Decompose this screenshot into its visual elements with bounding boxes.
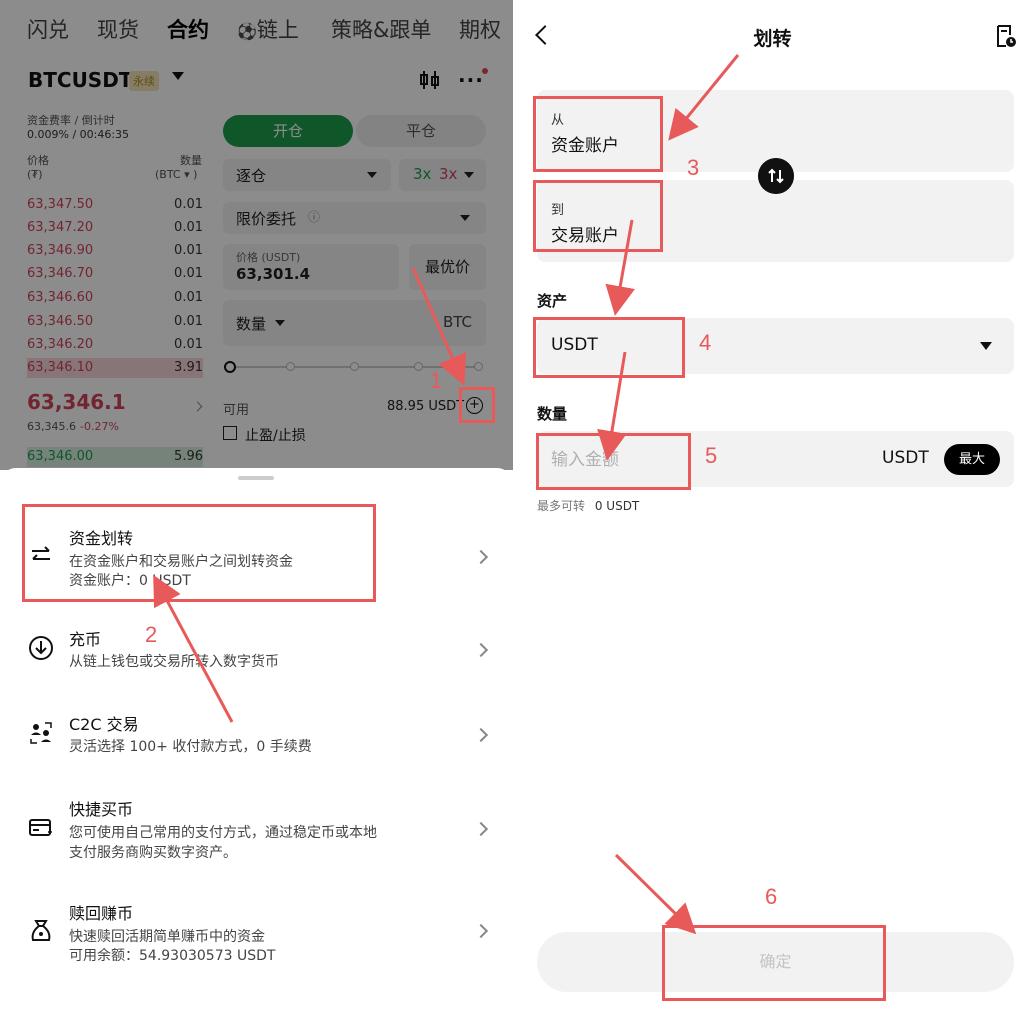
sheet-drag-handle[interactable] <box>238 476 274 480</box>
item-subtitle: 可用余额：54.93030573 USDT <box>69 948 276 964</box>
max-hint-value: 0 USDT <box>594 499 640 513</box>
item-subtitle: 支付服务商购买数字资产。 <box>69 845 237 861</box>
to-account: 交易账户 <box>551 226 619 246</box>
confirm-button[interactable]: 确定 <box>537 932 1014 992</box>
modal-overlay[interactable] <box>0 0 513 470</box>
sheet-item-deposit[interactable]: 充币 从链上钱包或交易所转入数字货币 <box>0 623 513 683</box>
item-title: 充币 <box>69 630 102 649</box>
amount-label: 数量 <box>537 405 568 423</box>
page-title: 划转 <box>753 28 792 50</box>
c2c-users-icon <box>30 722 52 744</box>
credit-card-icon <box>29 819 52 836</box>
item-title: C2C 交易 <box>69 715 139 734</box>
transfer-history-icon[interactable] <box>995 24 1017 48</box>
sheet-item-redeem[interactable]: 赎回赚币 快速赎回活期简单赚币中的资金 可用余额：54.93030573 USD… <box>0 896 513 976</box>
item-subtitle: 灵活选择 100+ 收付款方式，0 手续费 <box>69 739 312 755</box>
sheet-item-c2c[interactable]: C2C 交易 灵活选择 100+ 收付款方式，0 手续费 <box>0 708 513 768</box>
item-subtitle: 从链上钱包或交易所转入数字货币 <box>69 654 279 670</box>
sheet-item-transfer[interactable]: 资金划转 在资金账户和交易账户之间划转资金 资金账户：0 USDT <box>0 520 513 600</box>
screenshot-root: 闪兑 现货 合约 ⚽链上 策略&跟单 期权 BTCUSDT 永续 ··· 资金费… <box>0 0 1032 1021</box>
money-bag-icon <box>31 920 51 941</box>
chevron-down-icon[interactable] <box>980 342 992 350</box>
chevron-right-icon <box>473 642 489 658</box>
chevron-right-icon <box>473 821 489 837</box>
asset-value: USDT <box>551 335 598 355</box>
from-label: 从 <box>551 113 565 128</box>
max-button[interactable]: 最大 <box>944 444 1000 475</box>
item-subtitle: 快速赎回活期简单赚币中的资金 <box>69 929 265 945</box>
asset-label: 资产 <box>537 292 568 310</box>
chevron-right-icon <box>473 727 489 743</box>
transfer-arrows-icon <box>32 546 50 560</box>
to-label: 到 <box>551 203 565 218</box>
item-title: 快捷买币 <box>69 800 134 819</box>
from-account: 资金账户 <box>551 136 619 156</box>
max-hint-label: 最多可转 <box>537 499 586 513</box>
item-subtitle: 您可使用自己常用的支付方式，通过稳定币或本地 <box>69 825 377 841</box>
asset-select[interactable]: USDT <box>537 318 1014 374</box>
amount-unit: USDT <box>882 448 929 468</box>
trading-panel: 闪兑 现货 合约 ⚽链上 策略&跟单 期权 BTCUSDT 永续 ··· 资金费… <box>0 0 513 1021</box>
item-subtitle: 在资金账户和交易账户之间划转资金 <box>69 554 293 570</box>
deposit-icon <box>29 636 53 660</box>
item-subtitle: 资金账户：0 USDT <box>69 573 191 589</box>
amount-input[interactable] <box>551 445 751 475</box>
chevron-right-icon <box>473 923 489 939</box>
sheet-item-quick-buy[interactable]: 快捷买币 您可使用自己常用的支付方式，通过稳定币或本地 支付服务商购买数字资产。 <box>0 793 513 873</box>
item-title: 资金划转 <box>69 529 134 548</box>
item-title: 赎回赚币 <box>69 904 134 923</box>
swap-accounts-icon[interactable] <box>758 158 794 194</box>
transfer-page: 划转 从 资金账户 到 交易账户 资产 USDT 数量 USDT <box>513 0 1032 1021</box>
funds-action-sheet: 资金划转 在资金账户和交易账户之间划转资金 资金账户：0 USDT 充币 从链上… <box>0 468 513 1021</box>
max-transferable: 最多可转 0 USDT <box>537 497 639 514</box>
chevron-right-icon <box>473 549 489 565</box>
